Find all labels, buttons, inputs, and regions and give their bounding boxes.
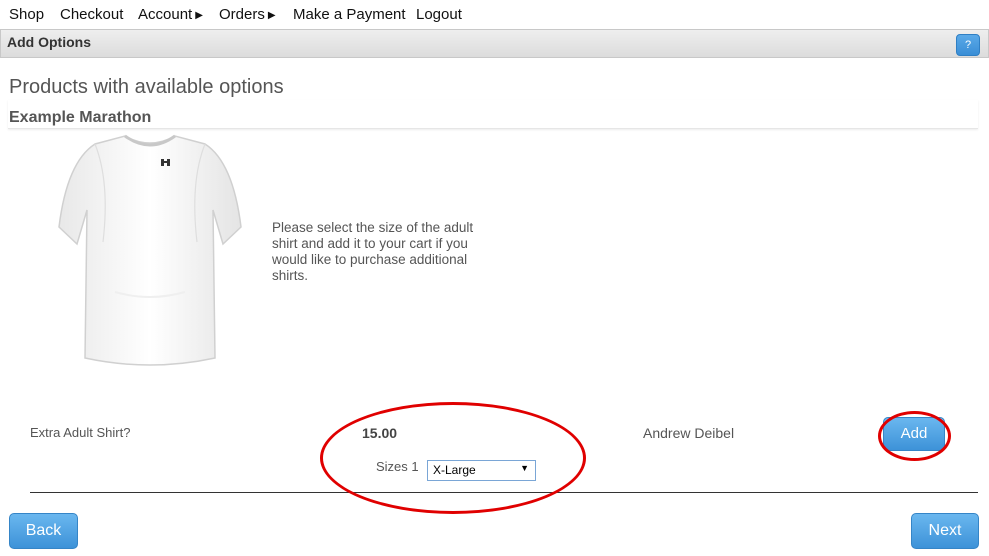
chevron-down-icon: ▼ [520, 463, 529, 473]
sizes-label: Sizes 1 [376, 459, 419, 474]
add-button[interactable]: Add [883, 417, 945, 451]
section-title: Products with available options [9, 76, 284, 98]
help-button[interactable]: ? [956, 34, 980, 56]
next-button[interactable]: Next [911, 513, 979, 549]
divider [30, 492, 978, 493]
nav-orders[interactable]: Orders ▶ [219, 6, 276, 23]
option-price: 15.00 [362, 425, 398, 441]
page-titlebar: Add Options ? [0, 29, 989, 58]
product-description: Please select the size of the adult shir… [272, 220, 474, 283]
nav-make-payment[interactable]: Make a Payment [293, 6, 406, 23]
size-select[interactable]: X-Large ▼ [427, 460, 536, 481]
caret-right-icon: ▶ [267, 10, 276, 21]
nav-orders-label: Orders [219, 6, 265, 23]
product-title: Example Marathon [9, 109, 152, 126]
nav-shop[interactable]: Shop [9, 6, 44, 23]
size-select-value: X-Large [433, 463, 476, 477]
nav-account-label: Account [138, 6, 193, 23]
attendee-name: Andrew Deibel [643, 425, 735, 441]
nav-checkout[interactable]: Checkout [60, 6, 123, 23]
top-nav: Shop Checkout Account ▶ Orders ▶ Make a Pa… [0, 0, 989, 28]
page-title: Add Options [7, 34, 91, 50]
nav-account[interactable]: Account ▶ [138, 6, 203, 23]
option-label: Extra Adult Shirt? [30, 425, 131, 440]
tshirt-icon [58, 134, 242, 366]
back-button[interactable]: Back [9, 513, 78, 549]
caret-right-icon: ▶ [195, 10, 203, 21]
nav-logout[interactable]: Logout [416, 6, 462, 23]
product-header: Example Marathon [8, 100, 978, 129]
annotation-circle-price-size [320, 402, 586, 514]
